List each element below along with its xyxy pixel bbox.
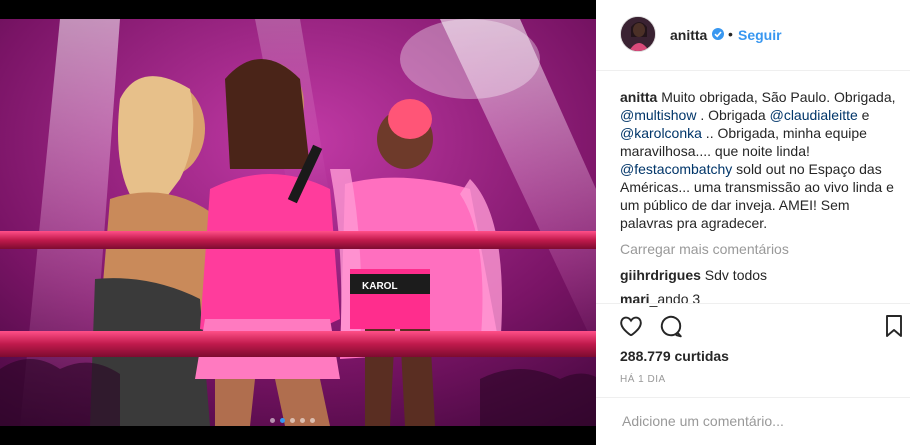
avatar-image — [621, 17, 655, 51]
mention-link[interactable]: @festacombatchy — [620, 161, 732, 177]
post-timestamp[interactable]: HÁ 1 DIA — [620, 374, 666, 385]
header-username[interactable]: anitta — [670, 27, 707, 43]
post-caption: anitta Muito obrigada, São Paulo. Obriga… — [620, 88, 896, 232]
caption-text: e — [857, 107, 870, 123]
add-comment-area — [596, 397, 910, 446]
avatar[interactable] — [620, 16, 656, 52]
comment-text: Sdv todos — [700, 267, 768, 283]
mention-link[interactable]: @claudialeitte — [770, 107, 858, 123]
like-heart-icon[interactable] — [618, 313, 644, 344]
header-separator: • — [728, 26, 733, 42]
verified-badge-icon — [712, 28, 724, 40]
load-more-comments-button[interactable]: Carregar mais comentários — [620, 241, 789, 257]
actions-divider — [596, 303, 910, 305]
carousel-dot-active[interactable] — [280, 418, 285, 423]
carousel-dot[interactable] — [300, 418, 305, 423]
comment-username[interactable]: giihrdrigues — [620, 267, 701, 283]
caption-text: Muito obrigada, São Paulo. Obrigada, — [657, 89, 896, 105]
carousel-dot[interactable] — [310, 418, 315, 423]
mention-link[interactable]: @karolconka — [620, 125, 702, 141]
bookmark-icon[interactable] — [884, 314, 904, 343]
carousel-dot[interactable] — [270, 418, 275, 423]
post-photo[interactable]: KAROL — [0, 19, 596, 426]
carousel-indicator — [270, 418, 315, 423]
comment-bubble-icon[interactable] — [658, 313, 684, 344]
post-side-panel: anitta • Seguir anitta Muito obrigada, S… — [596, 0, 910, 445]
likes-count[interactable]: 288.779 curtidas — [620, 348, 729, 364]
concert-photo: KAROL — [0, 19, 596, 426]
bottom-black-bar — [0, 426, 596, 445]
mention-link[interactable]: @multishow — [620, 107, 696, 123]
shorts-label: KAROL — [362, 281, 398, 292]
caption-text: . Obrigada — [696, 107, 770, 123]
follow-button[interactable]: Seguir — [738, 27, 782, 43]
caption-username[interactable]: anitta — [620, 89, 657, 105]
carousel-dot[interactable] — [290, 418, 295, 423]
comment-item: giihrdrigues Sdv todos — [620, 267, 767, 283]
post-header: anitta • Seguir — [596, 0, 910, 71]
comment-input[interactable] — [620, 410, 884, 432]
